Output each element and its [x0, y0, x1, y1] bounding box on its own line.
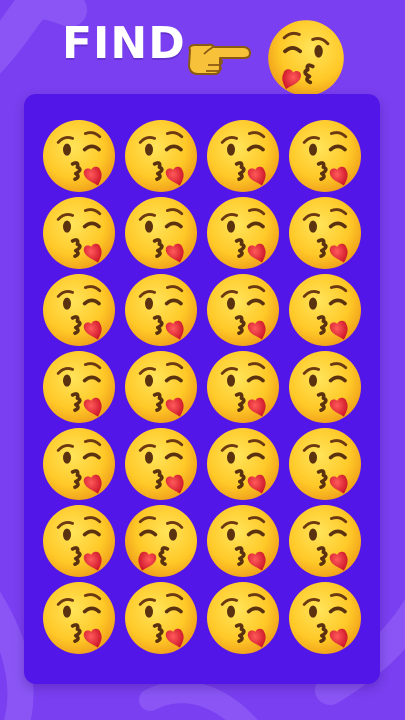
kissing-face-icon [41, 579, 117, 656]
emoji-grid [38, 117, 366, 656]
emoji-cell[interactable] [202, 117, 284, 194]
emoji-cell[interactable] [202, 271, 284, 348]
find-title: FIND [62, 18, 186, 69]
emoji-cell[interactable] [120, 425, 202, 502]
kissing-face-icon [287, 579, 363, 656]
kissing-face-icon [41, 348, 117, 425]
emoji-cell[interactable] [38, 271, 120, 348]
emoji-cell[interactable] [284, 117, 366, 194]
emoji-cell[interactable] [120, 348, 202, 425]
emoji-cell[interactable] [120, 502, 202, 579]
emoji-cell[interactable] [202, 348, 284, 425]
kissing-face-icon [123, 271, 199, 348]
kissing-face-icon [205, 194, 281, 271]
target-kissing-face-icon [264, 16, 348, 100]
emoji-cell[interactable] [38, 348, 120, 425]
emoji-cell[interactable] [284, 579, 366, 656]
emoji-cell[interactable] [38, 117, 120, 194]
kissing-face-icon [205, 271, 281, 348]
kissing-face-icon [123, 117, 199, 194]
kissing-face-icon [287, 271, 363, 348]
kissing-face-icon [123, 579, 199, 656]
emoji-cell[interactable] [38, 425, 120, 502]
emoji-cell[interactable] [120, 271, 202, 348]
emoji-cell[interactable] [38, 579, 120, 656]
emoji-cell[interactable] [284, 425, 366, 502]
kissing-face-icon [41, 117, 117, 194]
kissing-face-icon [287, 502, 363, 579]
kissing-face-icon [287, 194, 363, 271]
emoji-cell[interactable] [38, 502, 120, 579]
kissing-face-icon [41, 502, 117, 579]
header: FIND [0, 0, 405, 96]
pointing-right-hand-icon [188, 43, 251, 75]
kissing-face-icon [287, 425, 363, 502]
emoji-cell[interactable] [120, 194, 202, 271]
kissing-face-icon [205, 117, 281, 194]
emoji-cell[interactable] [202, 502, 284, 579]
emoji-cell[interactable] [202, 194, 284, 271]
kissing-face-icon [287, 348, 363, 425]
kissing-face-icon [205, 579, 281, 656]
kissing-face-icon [123, 425, 199, 502]
emoji-cell[interactable] [38, 194, 120, 271]
kissing-face-icon [123, 194, 199, 271]
kissing-face-icon [123, 348, 199, 425]
emoji-cell[interactable] [284, 194, 366, 271]
kissing-face-icon [205, 348, 281, 425]
emoji-board [24, 94, 380, 684]
emoji-cell[interactable] [284, 348, 366, 425]
kissing-face-icon [41, 425, 117, 502]
emoji-cell[interactable] [202, 425, 284, 502]
emoji-cell[interactable] [284, 271, 366, 348]
kissing-face-icon [41, 271, 117, 348]
emoji-cell[interactable] [284, 502, 366, 579]
kissing-face-icon [205, 502, 281, 579]
kissing-face-mirrored-icon [121, 501, 201, 581]
kissing-face-icon [205, 425, 281, 502]
kissing-face-icon [41, 194, 117, 271]
emoji-cell[interactable] [120, 117, 202, 194]
emoji-cell[interactable] [120, 579, 202, 656]
kissing-face-icon [287, 117, 363, 194]
emoji-cell[interactable] [202, 579, 284, 656]
